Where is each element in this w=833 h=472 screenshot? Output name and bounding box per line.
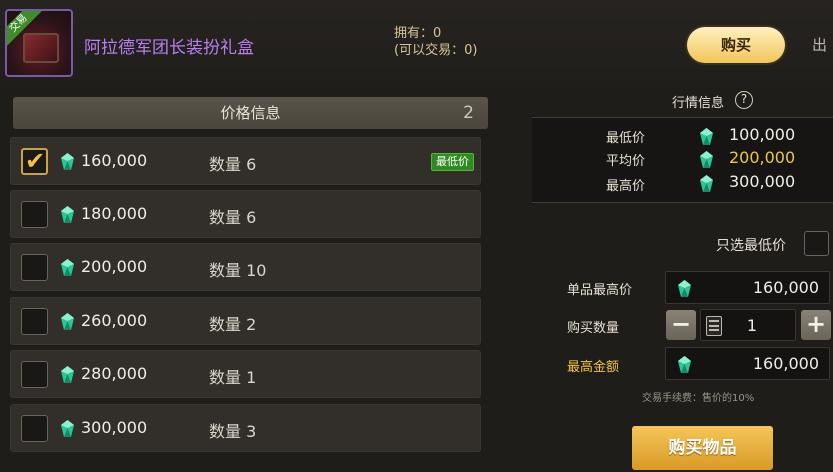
listing-row[interactable]: 260,000 数量 2 (10, 297, 481, 345)
listing-price: 160,000 (81, 151, 148, 170)
listing-quantity: 数量 6 (209, 155, 257, 174)
gem-icon (700, 175, 713, 192)
lowest-price-badge: 最低价 (431, 153, 474, 171)
listing-quantity: 数量 10 (209, 261, 267, 280)
listing-price: 180,000 (81, 204, 148, 223)
tradable-count: (可以交易：0) (394, 43, 478, 58)
listing-price: 200,000 (81, 257, 148, 276)
listing-quantity: 数量 2 (209, 315, 257, 334)
price-info-title: 价格信息 (220, 104, 281, 122)
listing-row[interactable]: ✔ 160,000 数量 6 最低价 (10, 137, 481, 185)
gem-icon (61, 420, 74, 437)
listing-checkbox[interactable] (21, 415, 48, 442)
quantity-minus-button[interactable]: − (666, 310, 696, 340)
gem-icon (61, 259, 74, 276)
listing-row[interactable]: 300,000 数量 3 (10, 404, 481, 452)
only-lowest-checkbox[interactable] (804, 231, 829, 256)
listing-checkbox[interactable]: ✔ (21, 147, 48, 175)
listing-price: 280,000 (81, 364, 148, 383)
market-info-title: 行情信息 (672, 96, 725, 111)
min-price-value: 100,000 (729, 125, 796, 144)
listing-row[interactable]: 180,000 数量 6 (10, 190, 481, 238)
listing-checkbox[interactable] (21, 254, 48, 281)
item-name: 阿拉德军团长装扮礼盒 (84, 38, 254, 58)
unit-max-price-value: 160,000 (752, 278, 819, 297)
listing-quantity: 数量 1 (209, 368, 257, 387)
max-price-label: 最高价 (606, 179, 646, 194)
gem-icon (678, 356, 691, 373)
tab-sell[interactable]: 出 (812, 27, 827, 63)
listing-price: 260,000 (81, 311, 148, 330)
total-amount-value: 160,000 (752, 354, 819, 373)
gem-icon (61, 313, 74, 330)
quantity-value: 1 (746, 316, 757, 335)
check-icon: ✔ (25, 147, 46, 175)
listing-checkbox[interactable] (21, 308, 48, 335)
gem-icon (61, 153, 74, 170)
listing-quantity: 数量 3 (209, 422, 257, 441)
page-number: 2 (463, 103, 474, 123)
listing-checkbox[interactable] (21, 361, 48, 388)
listing-quantity: 数量 6 (209, 208, 257, 227)
item-header: 交易 阿拉德军团长装扮礼盒 拥有：0 (可以交易：0) 购买 出 (0, 0, 833, 88)
avg-price-label: 平均价 (606, 154, 646, 169)
calculator-icon[interactable] (706, 316, 722, 336)
buy-item-button[interactable]: 购买物品 (632, 426, 773, 470)
fee-note: 交易手续费：售价的10% (642, 393, 755, 404)
gem-icon (678, 280, 691, 297)
listing-row[interactable]: 200,000 数量 10 (10, 243, 481, 291)
quantity-plus-button[interactable]: + (801, 310, 831, 340)
gem-icon (700, 151, 713, 168)
owned-count: 拥有：0 (394, 26, 442, 41)
gem-icon (700, 128, 713, 145)
price-info-header: 价格信息 2 (13, 97, 488, 129)
quantity-label: 购买数量 (567, 321, 620, 336)
unit-max-price-label: 单品最高价 (567, 283, 633, 298)
help-icon[interactable]: ? (735, 91, 753, 109)
max-price-value: 300,000 (729, 172, 796, 191)
gift-box-icon (23, 33, 59, 63)
min-price-label: 最低价 (606, 131, 646, 146)
only-lowest-label: 只选最低价 (716, 238, 786, 254)
unit-max-price-field[interactable]: 160,000 (665, 271, 830, 304)
listing-checkbox[interactable] (21, 201, 48, 228)
item-icon[interactable]: 交易 (5, 9, 73, 77)
tab-buy[interactable]: 购买 (687, 27, 785, 63)
owned-info: 拥有：0 (可以交易：0) (394, 25, 477, 59)
listing-row[interactable]: 280,000 数量 1 (10, 350, 481, 398)
avg-price-value: 200,000 (729, 148, 796, 167)
gem-icon (61, 366, 74, 383)
total-amount-label: 最高金额 (567, 360, 620, 375)
listing-price: 300,000 (81, 418, 148, 437)
gem-icon (61, 206, 74, 223)
total-amount-field: 160,000 (665, 347, 830, 380)
